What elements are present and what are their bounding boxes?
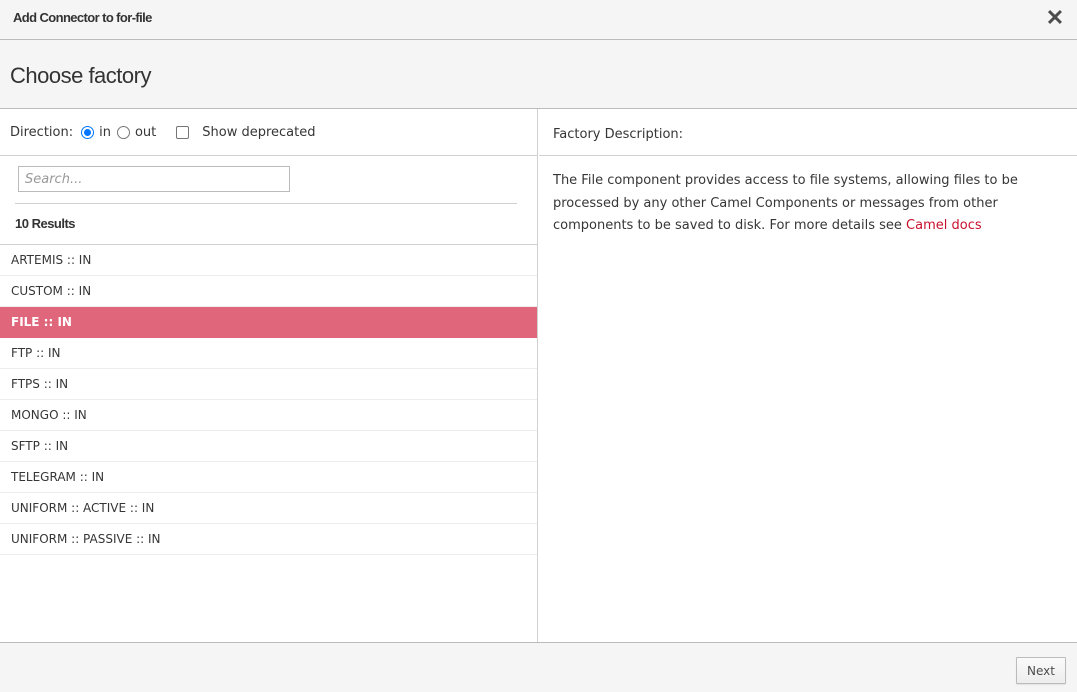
list-item[interactable]: SFTP :: IN xyxy=(0,431,537,462)
list-item[interactable]: UNIFORM :: PASSIVE :: IN xyxy=(0,524,537,555)
list-item[interactable]: FTP :: IN xyxy=(0,338,537,369)
show-deprecated-label[interactable]: Show deprecated xyxy=(202,125,315,140)
search-input[interactable] xyxy=(18,166,290,192)
camel-docs-link[interactable]: Camel docs xyxy=(906,218,982,233)
results-count: 10 Results xyxy=(0,204,537,245)
close-icon[interactable]: ✕ xyxy=(1045,7,1065,29)
list-item[interactable]: MONGO :: IN xyxy=(0,400,537,431)
list-item[interactable]: UNIFORM :: ACTIVE :: IN xyxy=(0,493,537,524)
direction-in-label[interactable]: in xyxy=(99,125,111,140)
dialog-footer: Next xyxy=(0,642,1077,692)
next-button[interactable]: Next xyxy=(1016,657,1066,684)
factory-list-panel: Direction: in out Show deprecated 10 Res… xyxy=(0,109,538,642)
list-item[interactable]: CUSTOM :: IN xyxy=(0,276,537,307)
page-title: Choose factory xyxy=(10,63,151,88)
list-item[interactable]: ARTEMIS :: IN xyxy=(0,245,537,276)
description-heading: Factory Description: xyxy=(539,109,1077,156)
dialog-header: Choose factory xyxy=(0,40,1077,109)
direction-in-radio[interactable] xyxy=(81,125,95,139)
list-item[interactable]: TELEGRAM :: IN xyxy=(0,462,537,493)
description-body: The File component provides access to fi… xyxy=(539,156,1077,238)
show-deprecated-checkbox[interactable] xyxy=(176,125,190,139)
direction-filter-bar: Direction: in out Show deprecated xyxy=(0,109,537,156)
factory-list: ARTEMIS :: IN CUSTOM :: IN FILE :: IN FT… xyxy=(0,245,537,555)
list-item[interactable]: FTPS :: IN xyxy=(0,369,537,400)
direction-out-label[interactable]: out xyxy=(135,125,156,140)
dialog-title: Add Connector to for-file xyxy=(13,10,152,25)
search-area xyxy=(0,156,537,203)
factory-description-panel: Factory Description: The File component … xyxy=(539,109,1077,642)
direction-out-radio[interactable] xyxy=(116,125,130,139)
dialog-titlebar: Add Connector to for-file ✕ xyxy=(0,0,1077,40)
direction-label: Direction: xyxy=(10,124,74,140)
list-item-selected[interactable]: FILE :: IN xyxy=(0,307,537,338)
